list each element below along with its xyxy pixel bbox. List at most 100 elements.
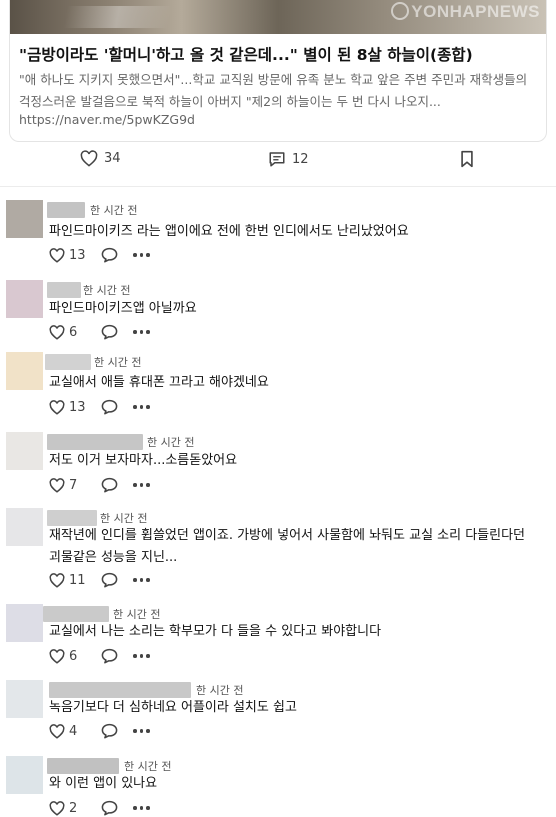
heart-icon bbox=[49, 723, 65, 739]
comment-time: 한 시간 전 bbox=[83, 284, 131, 297]
post-like-count: 34 bbox=[104, 151, 121, 166]
heart-icon bbox=[49, 572, 65, 588]
comment-actions: 7 bbox=[49, 477, 150, 493]
blurred-username bbox=[43, 606, 109, 622]
heart-icon bbox=[49, 477, 65, 493]
more-options-icon[interactable] bbox=[133, 729, 150, 733]
comment-time: 한 시간 전 bbox=[100, 512, 148, 525]
speech-bubble-icon bbox=[101, 477, 118, 493]
comment-like-button[interactable]: 6 bbox=[49, 325, 101, 340]
avatar[interactable] bbox=[6, 680, 43, 718]
heart-icon bbox=[49, 324, 65, 340]
post-comment-button[interactable]: 12 bbox=[268, 150, 309, 168]
comment-time: 한 시간 전 bbox=[113, 608, 161, 621]
more-options-icon[interactable] bbox=[133, 578, 150, 582]
comment-text: 저도 이거 보자마자...소름돋았어요 bbox=[49, 453, 238, 468]
comment-like-button[interactable]: 11 bbox=[49, 573, 101, 588]
link-preview-card[interactable]: YONHAPNEWS "금방이라도 '할머니'하고 올 것 같은데..." 별이… bbox=[9, 0, 547, 142]
speech-bubble-icon bbox=[101, 800, 118, 816]
comment-like-button[interactable]: 6 bbox=[49, 649, 101, 664]
comment-text: 와 이런 앱이 있나요 bbox=[49, 776, 158, 791]
speech-bubble-icon bbox=[101, 648, 118, 664]
blurred-username bbox=[47, 510, 97, 526]
article-headline: "금방이라도 '할머니'하고 올 것 같은데..." 별이 된 8살 하늘이(종… bbox=[19, 46, 473, 64]
blurred-username bbox=[45, 354, 91, 370]
speech-bubble-icon bbox=[101, 572, 118, 588]
comment-actions: 11 bbox=[49, 572, 150, 588]
reply-button[interactable] bbox=[101, 324, 133, 340]
comment-like-count: 13 bbox=[69, 247, 86, 263]
reply-button[interactable] bbox=[101, 572, 133, 588]
avatar[interactable] bbox=[6, 756, 43, 794]
comment-like-button[interactable]: 13 bbox=[49, 400, 101, 415]
post-action-bar: 34 12 bbox=[0, 150, 556, 176]
more-options-icon[interactable] bbox=[133, 405, 150, 409]
comment-time: 한 시간 전 bbox=[90, 204, 138, 217]
comment-actions: 13 bbox=[49, 399, 150, 415]
comment-text: 파인드마이키즈앱 아닐까요 bbox=[49, 301, 197, 316]
comment-actions: 4 bbox=[49, 723, 150, 739]
reply-button[interactable] bbox=[101, 247, 133, 263]
bookmark-button[interactable] bbox=[460, 150, 474, 168]
heart-icon bbox=[80, 150, 98, 167]
avatar[interactable] bbox=[6, 508, 43, 546]
heart-icon bbox=[49, 648, 65, 664]
comment-like-button[interactable]: 4 bbox=[49, 724, 101, 739]
speech-bubble-icon bbox=[101, 247, 118, 263]
article-link[interactable]: https://naver.me/5pwKZG9d bbox=[19, 112, 195, 127]
blurred-username bbox=[49, 682, 191, 698]
reply-button[interactable] bbox=[101, 723, 133, 739]
more-options-icon[interactable] bbox=[133, 483, 150, 487]
blurred-username bbox=[47, 434, 143, 450]
comment-icon bbox=[269, 152, 285, 167]
more-options-icon[interactable] bbox=[133, 253, 150, 257]
comment-actions: 13 bbox=[49, 247, 150, 263]
comment-like-count: 2 bbox=[69, 800, 78, 816]
avatar[interactable] bbox=[6, 604, 43, 642]
avatar[interactable] bbox=[6, 200, 43, 238]
section-divider bbox=[0, 186, 556, 187]
comment-time: 한 시간 전 bbox=[147, 436, 195, 449]
more-options-icon[interactable] bbox=[133, 330, 150, 334]
comment-like-count: 7 bbox=[69, 477, 78, 493]
blurred-username bbox=[47, 758, 119, 774]
reply-button[interactable] bbox=[101, 648, 133, 664]
comment-like-count: 13 bbox=[69, 399, 86, 415]
post-like-button[interactable]: 34 bbox=[80, 150, 121, 167]
comment-like-count: 4 bbox=[69, 723, 78, 739]
more-options-icon[interactable] bbox=[133, 654, 150, 658]
yonhap-watermark: YONHAPNEWS bbox=[391, 2, 540, 22]
comment-like-button[interactable]: 7 bbox=[49, 478, 101, 493]
comment-actions: 6 bbox=[49, 648, 150, 664]
article-thumbnail: YONHAPNEWS bbox=[10, 0, 546, 34]
article-snippet: "애 하나도 지키지 못했으면서"...학교 교직원 방문에 유족 분노 학교 … bbox=[19, 72, 528, 109]
comment-like-button[interactable]: 13 bbox=[49, 248, 101, 263]
comment-text: 교실에서 나는 소리는 학부모가 다 들을 수 있다고 봐야합니다 bbox=[49, 624, 382, 639]
reply-button[interactable] bbox=[101, 800, 133, 816]
bookmark-icon bbox=[461, 150, 473, 168]
comment-text: 파인드마이키즈 라는 앱이에요 전에 한번 인디에서도 난리났었어요 bbox=[49, 224, 409, 239]
speech-bubble-icon bbox=[101, 399, 118, 415]
comment-time: 한 시간 전 bbox=[124, 760, 172, 773]
avatar[interactable] bbox=[6, 352, 43, 390]
comment-time: 한 시간 전 bbox=[94, 356, 142, 369]
reply-button[interactable] bbox=[101, 477, 133, 493]
comment-like-button[interactable]: 2 bbox=[49, 801, 101, 816]
comment-text: 녹음기보다 더 심하네요 어플이라 설치도 쉽고 bbox=[49, 700, 297, 715]
comment-text: 교실애서 애들 휴대폰 끄라고 해야겠네요 bbox=[49, 375, 269, 390]
avatar[interactable] bbox=[6, 432, 43, 470]
avatar[interactable] bbox=[6, 280, 43, 318]
more-options-icon[interactable] bbox=[133, 806, 150, 810]
comment-like-count: 6 bbox=[69, 648, 78, 664]
comment-time: 한 시간 전 bbox=[196, 684, 244, 697]
post-comment-count: 12 bbox=[292, 151, 309, 167]
yonhap-logo-icon bbox=[391, 2, 410, 20]
heart-icon bbox=[49, 800, 65, 816]
speech-bubble-icon bbox=[101, 723, 118, 739]
blurred-username bbox=[47, 202, 85, 218]
comment-actions: 6 bbox=[49, 324, 150, 340]
reply-button[interactable] bbox=[101, 399, 133, 415]
comment-actions: 2 bbox=[49, 800, 150, 816]
heart-icon bbox=[49, 399, 65, 415]
heart-icon bbox=[49, 247, 65, 263]
